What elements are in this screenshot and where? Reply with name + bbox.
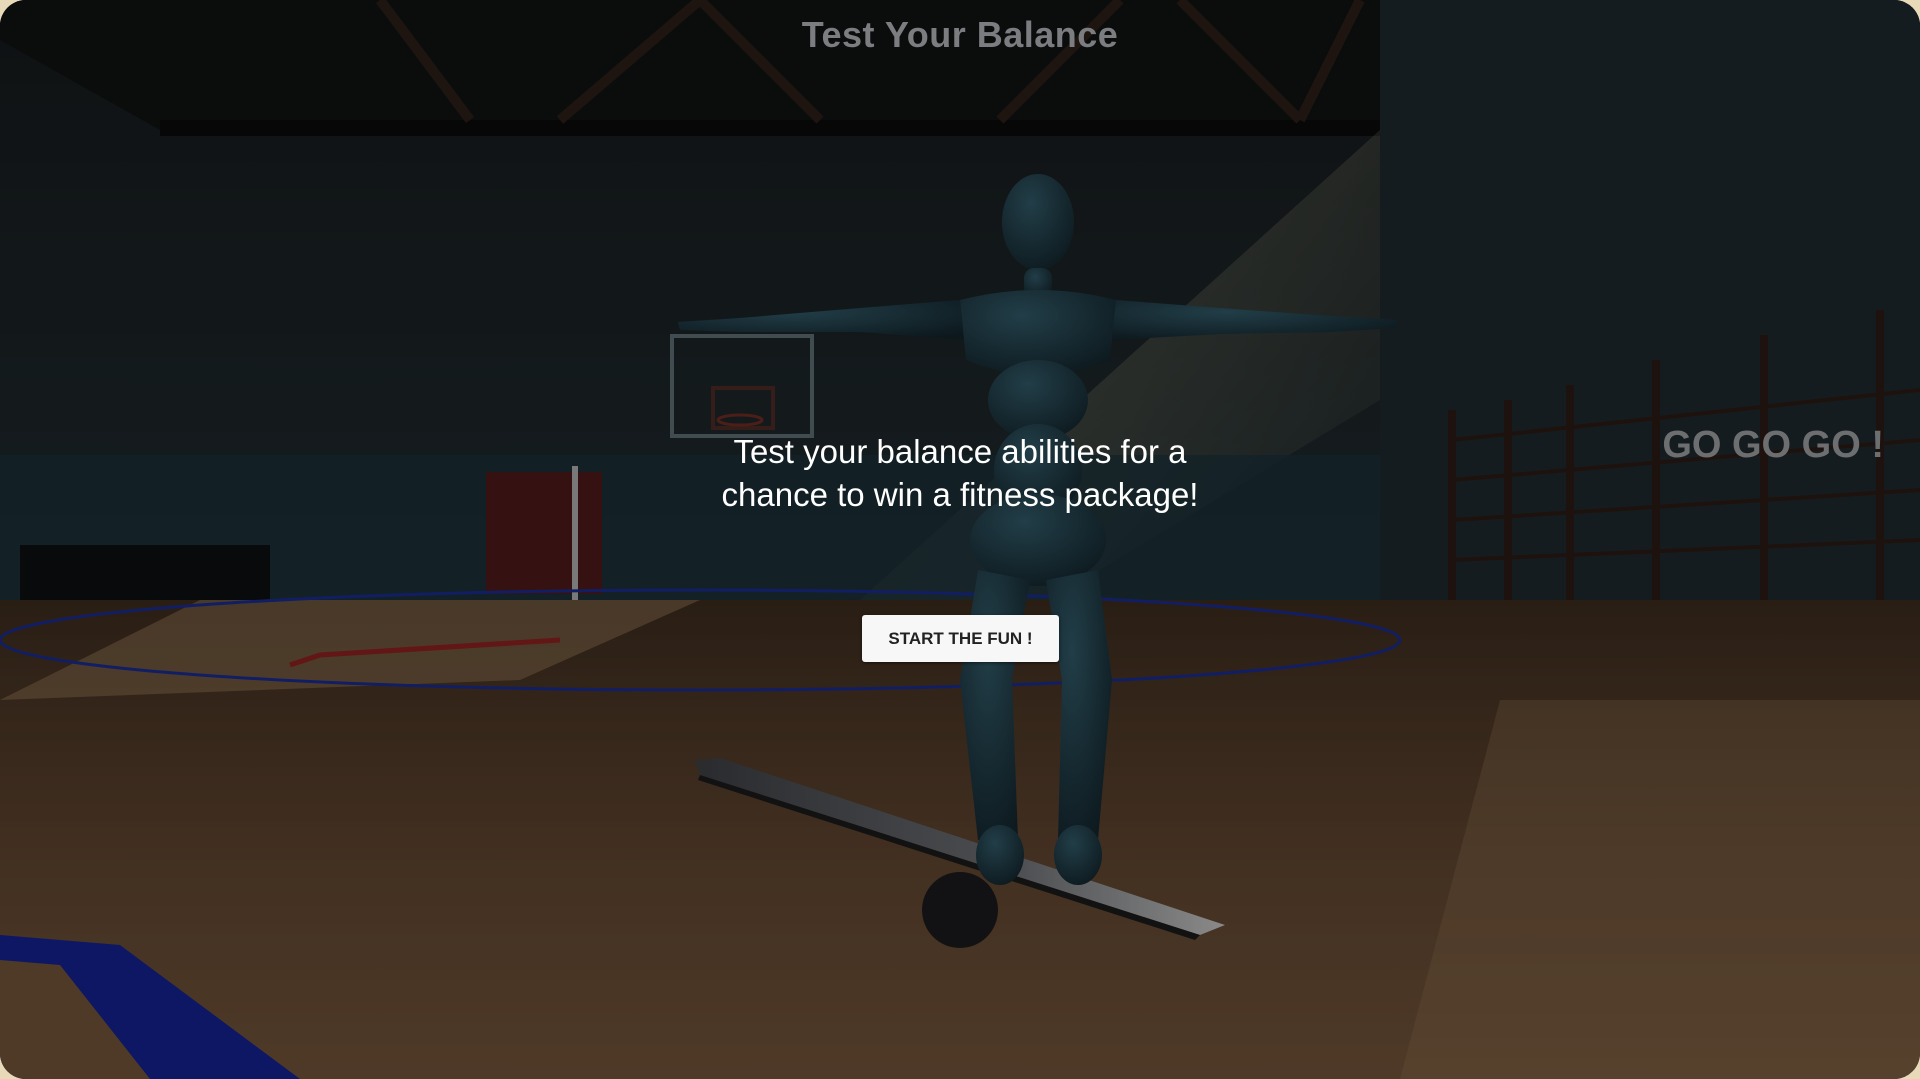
intro-line-2: chance to win a fitness package! [721,476,1199,513]
menu-dim-overlay [0,0,1920,1079]
go-cheer-text: GO GO GO ! [1662,424,1884,466]
intro-message: Test your balance abilities for a chance… [560,430,1360,516]
gym-scene [0,0,1920,1079]
game-title: Test Your Balance [801,14,1119,55]
game-viewport: Test Your Balance GO GO GO ! Test your b… [0,0,1920,1079]
intro-line-1: Test your balance abilities for a [733,433,1187,470]
start-button[interactable]: START THE FUN ! [862,615,1059,662]
